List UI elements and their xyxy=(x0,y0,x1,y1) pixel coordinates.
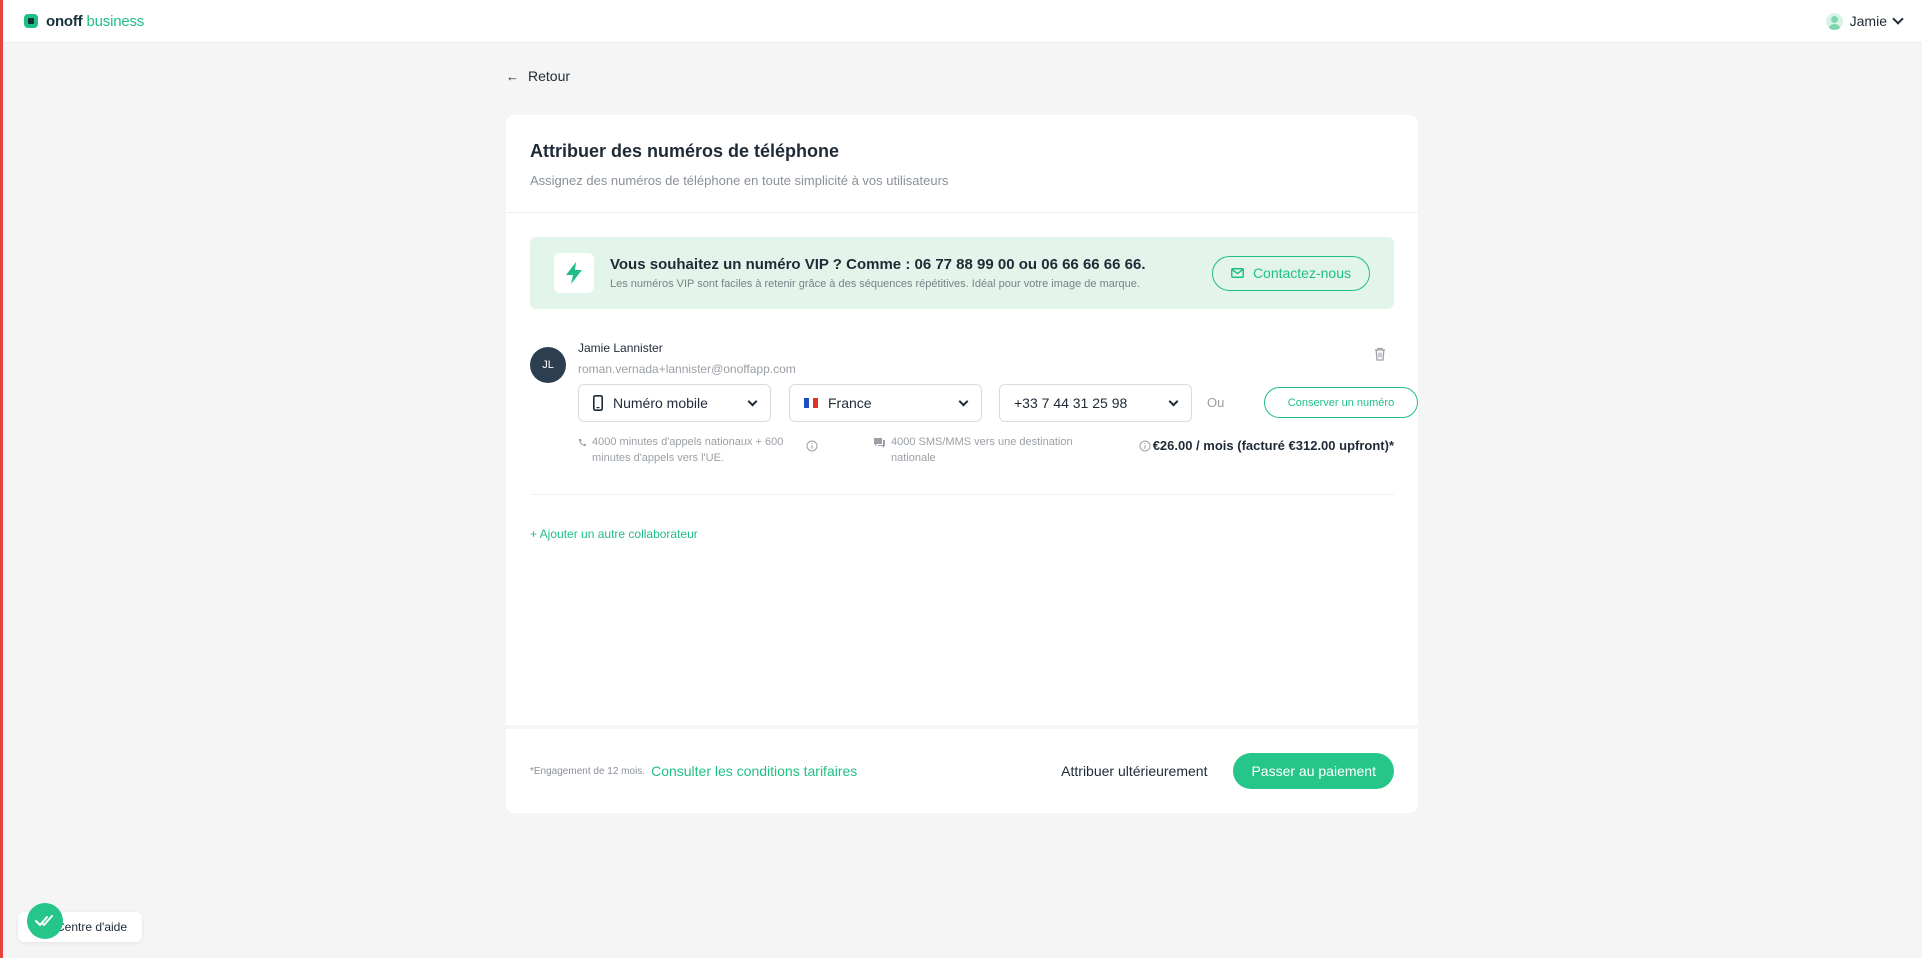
card-header: Attribuer des numéros de téléphone Assig… xyxy=(506,115,1418,213)
trash-icon[interactable] xyxy=(1374,347,1386,366)
phone-number-value: +33 7 44 31 25 98 xyxy=(1014,395,1128,411)
page-subtitle: Assignez des numéros de téléphone en tou… xyxy=(530,173,949,188)
number-type-value: Numéro mobile xyxy=(613,395,708,411)
calls-feature-text: 4000 minutes d'appels nationaux + 600 mi… xyxy=(592,436,784,464)
top-bar: onoff business Jamie xyxy=(3,0,1922,43)
info-icon[interactable] xyxy=(806,440,818,452)
collaborator-name: Jamie Lannister xyxy=(578,341,663,355)
vip-text: Vous souhaitez un numéro VIP ? Comme : 0… xyxy=(610,256,1212,290)
brand-logo[interactable]: onoff business xyxy=(24,13,144,30)
sms-feature-text: 4000 SMS/MMS vers une destination nation… xyxy=(891,436,1073,464)
user-name: Jamie xyxy=(1849,13,1887,29)
calls-feature: 4000 minutes d'appels nationaux + 600 mi… xyxy=(578,434,818,466)
phone-number-select[interactable]: +33 7 44 31 25 98 xyxy=(999,384,1192,422)
footer-actions: Attribuer ultérieurement Passer au paiem… xyxy=(1061,753,1394,789)
onoff-logo-icon xyxy=(24,14,38,28)
phone-icon xyxy=(579,439,586,446)
brand-name: onoff business xyxy=(46,12,145,30)
contact-us-label: Contactez-nous xyxy=(1252,265,1351,281)
add-collaborator-link[interactable]: + Ajouter un autre collaborateur xyxy=(530,527,698,541)
or-label: Ou xyxy=(1207,395,1225,410)
brand-suffix: business xyxy=(86,12,145,30)
terms-link[interactable]: Consulter les conditions tarifaires xyxy=(651,763,857,779)
france-flag-icon xyxy=(804,398,819,408)
country-value: France xyxy=(828,395,872,411)
back-label: Retour xyxy=(528,68,571,84)
help-center-label: Centre d'aide xyxy=(56,920,128,934)
sms-feature: 4000 SMS/MMS vers une destination nation… xyxy=(874,434,1094,466)
proceed-to-payment-button[interactable]: Passer au paiement xyxy=(1233,753,1394,789)
engagement-note: *Engagement de 12 mois. xyxy=(530,765,646,777)
keep-number-button[interactable]: Conserver un numéro xyxy=(1264,387,1418,418)
chevron-down-icon xyxy=(1892,13,1904,25)
vip-title: Vous souhaitez un numéro VIP ? Comme : 0… xyxy=(610,256,1146,273)
collaborator-email: roman.vernada+lannister@onoffapp.com xyxy=(578,362,796,376)
lightning-icon xyxy=(554,253,594,293)
collaborator-assignment-row: JL Jamie Lannister roman.vernada+lannist… xyxy=(530,339,1418,495)
price-label: €26.00 / mois (facturé €312.00 upfront)* xyxy=(1139,438,1394,453)
number-type-select[interactable]: Numéro mobile xyxy=(578,384,771,422)
contact-us-button[interactable]: Contactez-nous xyxy=(1211,255,1370,291)
chat-icon xyxy=(874,438,885,448)
page-title: Attribuer des numéros de téléphone xyxy=(530,141,840,161)
window-edge-strip xyxy=(0,0,3,958)
mobile-phone-icon xyxy=(593,395,603,411)
mail-icon xyxy=(1230,268,1244,278)
chevron-down-icon xyxy=(958,396,969,406)
country-select[interactable]: France xyxy=(789,384,982,422)
card-footer: *Engagement de 12 mois. Consulter les co… xyxy=(506,725,1418,813)
chevron-down-icon xyxy=(1168,396,1179,406)
price-value: €26.00 / mois (facturé €312.00 upfront)* xyxy=(1152,438,1394,453)
vip-banner: Vous souhaitez un numéro VIP ? Comme : 0… xyxy=(530,237,1394,309)
user-avatar-icon xyxy=(1825,12,1843,30)
avatar: JL xyxy=(530,347,566,383)
assign-numbers-card: Attribuer des numéros de téléphone Assig… xyxy=(506,115,1418,813)
info-icon[interactable] xyxy=(1139,440,1151,452)
double-check-icon[interactable] xyxy=(27,903,63,939)
arrow-left-icon: ← xyxy=(506,68,519,84)
user-menu[interactable]: Jamie xyxy=(1825,12,1904,30)
assign-later-button[interactable]: Attribuer ultérieurement xyxy=(1061,763,1207,779)
back-link[interactable]: ← Retour xyxy=(506,68,570,84)
chevron-down-icon xyxy=(747,396,758,406)
vip-description: Les numéros VIP sont faciles à retenir g… xyxy=(610,278,1140,290)
